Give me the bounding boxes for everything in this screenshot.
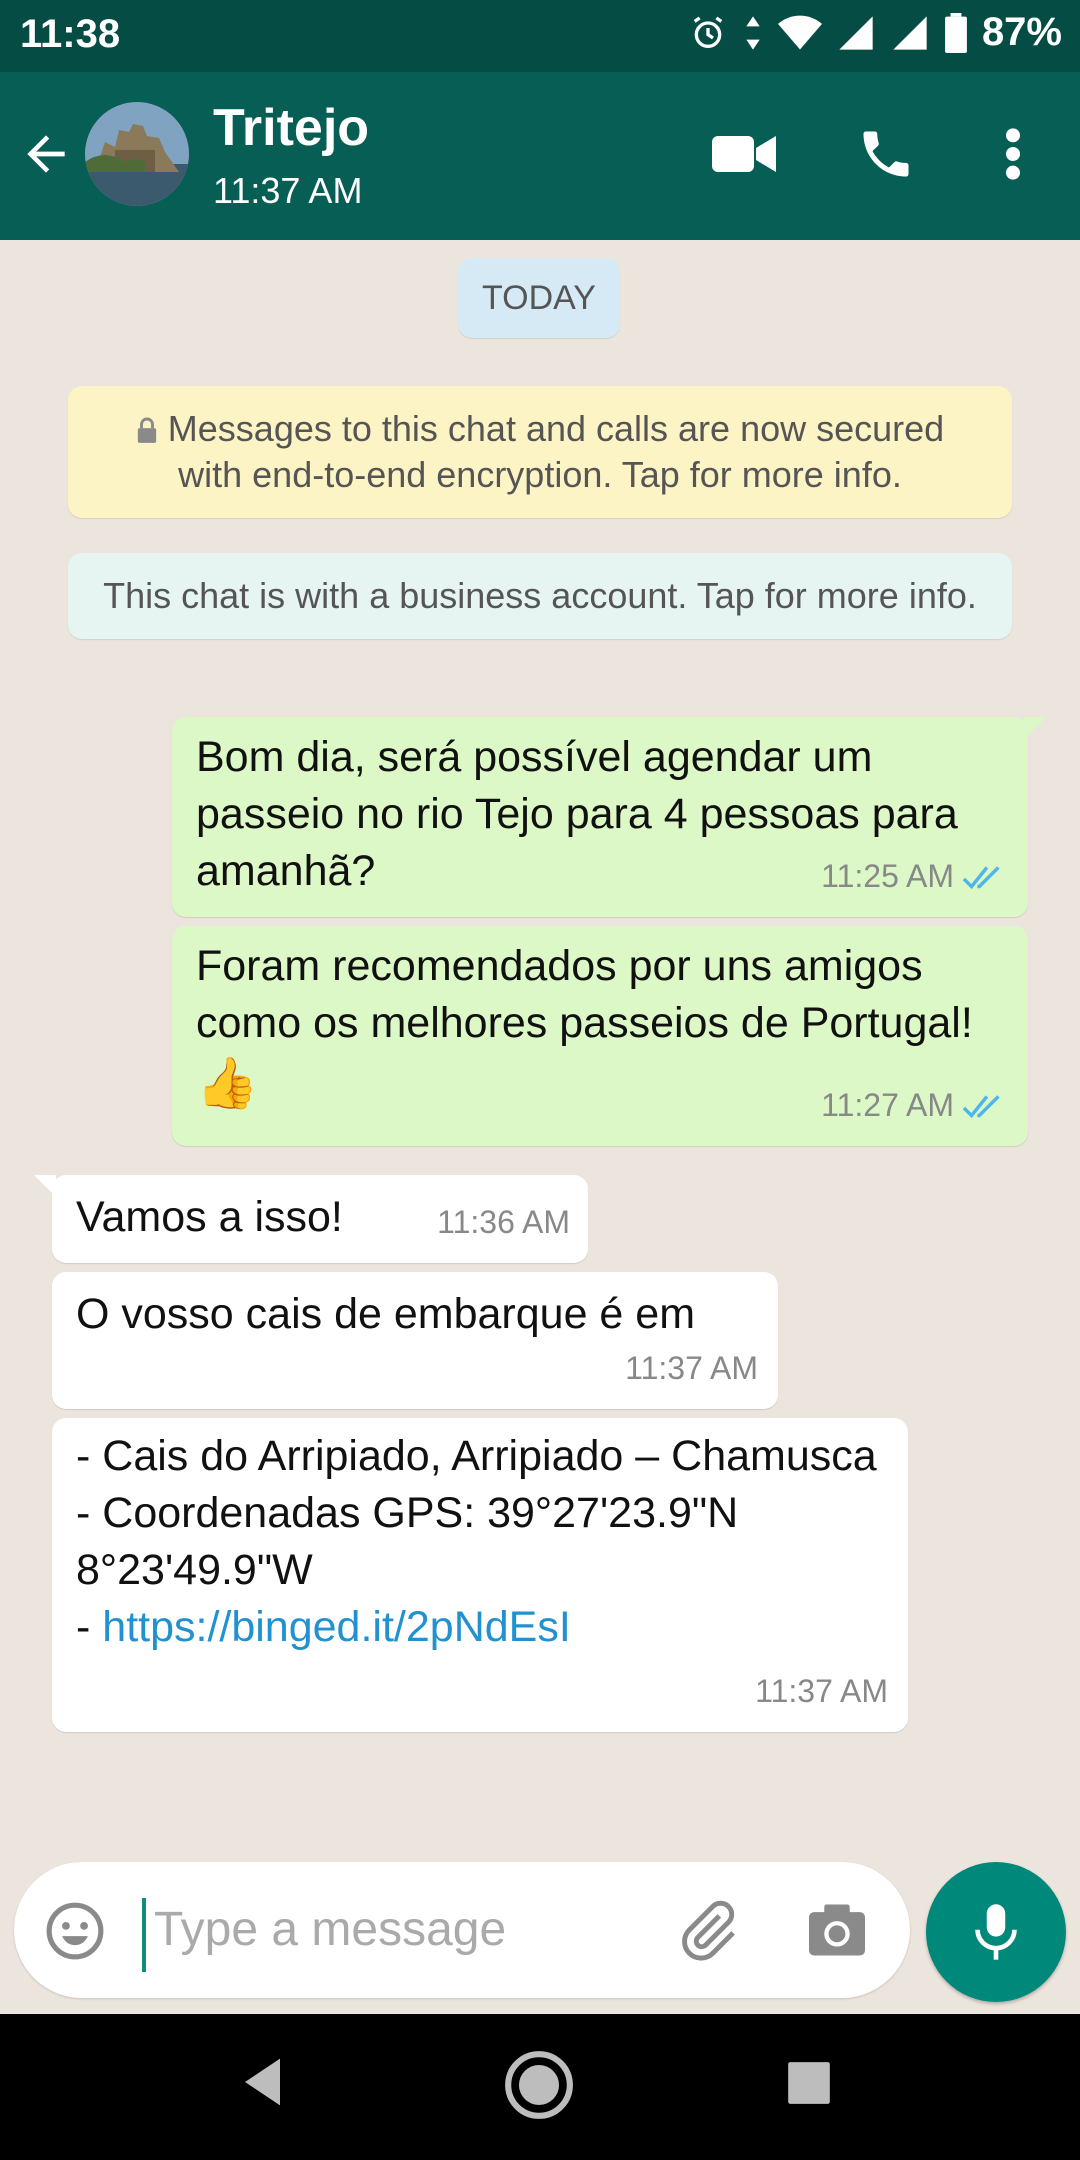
chat-area[interactable]: TODAY Messages to this chat and calls ar…	[0, 240, 1080, 1864]
alarm-icon	[693, 16, 723, 48]
message-link[interactable]: https://binged.it/2pNdEsI	[102, 1603, 571, 1651]
camera-icon[interactable]	[806, 1902, 868, 1958]
message-meta: 11:36 AM	[437, 1194, 570, 1251]
system-nav-bar	[0, 2014, 1080, 2160]
chat-header: Tritejo 11:37 AM	[0, 72, 1080, 240]
message-text: O vosso cais de embarque é em	[76, 1290, 696, 1338]
status-time: 11:38	[20, 12, 121, 56]
text-cursor	[142, 1898, 146, 1972]
more-options-icon[interactable]	[998, 126, 1028, 182]
battery-icon	[945, 12, 967, 53]
read-ticks-icon	[962, 865, 1000, 889]
status-bar: 11:38 87%	[0, 0, 1080, 72]
mic-button[interactable]	[926, 1862, 1066, 2002]
last-seen: 11:37 AM	[213, 170, 363, 211]
signal-icon	[839, 15, 873, 50]
message-time: 11:36 AM	[437, 1204, 570, 1240]
battery-percent: 87%	[981, 10, 1062, 54]
message-bubble-incoming[interactable]: - Cais do Arripiado, Arripiado – Chamusc…	[52, 1418, 908, 1732]
message-bubble-outgoing[interactable]: Bom dia, será possível agendar um passei…	[172, 717, 1046, 917]
message-line: - Cais do Arripiado, Arripiado – Chamusc…	[76, 1432, 877, 1480]
message-bubble-incoming[interactable]: Vamos a isso! 11:36 AM	[34, 1175, 588, 1263]
message-meta: 11:27 AM	[821, 1077, 1008, 1134]
message-composer: Type a message	[14, 1862, 910, 1998]
encryption-notice[interactable]: Messages to this chat and calls are now …	[68, 386, 1012, 518]
message-text: Foram recomendados por uns amigos como o…	[196, 942, 973, 1047]
date-chip: TODAY	[458, 258, 620, 338]
voice-call-icon[interactable]	[856, 124, 916, 184]
message-line: - Coordenadas GPS: 39°27'23.9"N 8°23'49.…	[76, 1489, 739, 1594]
encryption-notice-text: Messages to this chat and calls are now …	[167, 408, 945, 495]
lock-icon	[137, 417, 156, 443]
link-prefix: -	[76, 1603, 103, 1651]
message-time: 11:27 AM	[821, 1087, 954, 1123]
back-arrow-icon[interactable]	[18, 126, 74, 182]
video-call-icon[interactable]	[712, 132, 776, 176]
business-notice[interactable]: This chat is with a business account. Ta…	[68, 553, 1012, 639]
message-bubble-outgoing[interactable]: Foram recomendados por uns amigos como o…	[172, 926, 1028, 1146]
message-meta: 11:37 AM	[625, 1340, 758, 1397]
avatar-image	[85, 102, 189, 206]
message-time: 11:37 AM	[755, 1673, 888, 1709]
nav-home-icon[interactable]	[502, 2048, 576, 2122]
message-meta: 11:37 AM	[755, 1663, 888, 1720]
mic-icon	[975, 1904, 1017, 1960]
attach-icon[interactable]	[674, 1898, 740, 1964]
contact-name[interactable]: Tritejo	[213, 98, 369, 158]
data-arrows-icon	[746, 15, 760, 50]
thumbs-up-emoji: 👍	[196, 1055, 259, 1111]
nav-recents-icon[interactable]	[784, 2058, 834, 2108]
read-ticks-icon	[962, 1094, 1000, 1118]
signal-icon-2	[893, 15, 927, 50]
message-content: - Cais do Arripiado, Arripiado – Chamusc…	[52, 1428, 908, 1656]
message-meta: 11:25 AM	[821, 848, 1008, 905]
bubble-tail	[34, 1175, 56, 1197]
message-time: 11:37 AM	[625, 1350, 758, 1386]
avatar[interactable]	[85, 102, 189, 206]
wifi-icon	[777, 15, 822, 50]
message-time: 11:25 AM	[821, 858, 954, 894]
nav-back-icon[interactable]	[238, 2054, 294, 2110]
status-icons: 87%	[688, 10, 1062, 55]
message-link-line: - https://binged.it/2pNdEsI	[76, 1599, 884, 1656]
emoji-icon[interactable]	[44, 1900, 106, 1962]
message-input[interactable]: Type a message	[154, 1902, 506, 1957]
bubble-tail	[1024, 717, 1046, 739]
message-bubble-incoming[interactable]: O vosso cais de embarque é em 11:37 AM	[52, 1272, 778, 1409]
